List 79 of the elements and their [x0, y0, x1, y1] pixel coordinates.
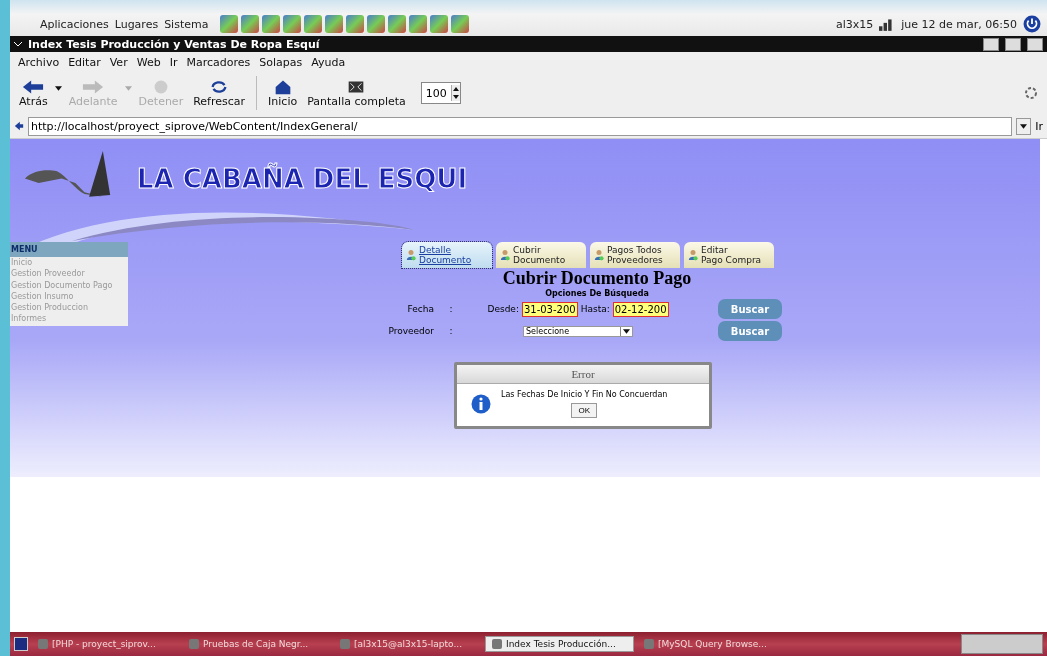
user-name: al3x15 — [835, 17, 874, 31]
tab[interactable]: Editar Pago Compra — [684, 242, 774, 268]
app-launcher-icon[interactable] — [325, 15, 344, 33]
app-launcher-icon[interactable] — [241, 15, 260, 33]
workspace-switcher[interactable] — [961, 634, 1043, 654]
caret-icon — [623, 328, 630, 334]
toolbar-button[interactable]: Atrás — [16, 78, 51, 108]
caret-icon[interactable] — [54, 85, 62, 91]
date-field[interactable]: 31-03-200 — [521, 301, 578, 317]
menu-item[interactable]: Solapas — [259, 55, 303, 69]
taskbar-button[interactable]: [al3x15@al3x15-lapto... — [334, 637, 481, 651]
page-icon — [14, 121, 24, 131]
app-launcher-icon[interactable] — [304, 15, 323, 33]
menu-item[interactable]: Ir — [169, 55, 178, 69]
taskbar-button[interactable]: [MySQL Query Browse... — [638, 637, 785, 651]
page-title: Cubrir Documento Pago — [501, 268, 693, 289]
window-title: Index Tesis Producción y Ventas De Ropa Esquí — [28, 37, 320, 51]
date-field[interactable]: 02-12-200 — [612, 301, 669, 317]
power-icon[interactable] — [1023, 15, 1041, 33]
show-desktop-icon[interactable] — [14, 637, 28, 651]
caret-icon — [1020, 123, 1028, 129]
app-launcher-icon[interactable] — [220, 15, 239, 33]
field-label: Hasta: — [580, 304, 610, 314]
ok-button[interactable]: OK — [571, 403, 597, 418]
field-label: Fecha — [406, 304, 434, 314]
menu-item[interactable]: Web — [136, 55, 161, 69]
menu-item[interactable]: Marcadores — [186, 55, 251, 69]
minimize-button[interactable] — [983, 37, 999, 51]
field-label: Proveedor — [387, 326, 434, 336]
site-logo: LA CABAÑA DEL ESQUI — [137, 163, 468, 194]
colon: : — [448, 326, 454, 336]
app-launcher-icon[interactable] — [262, 15, 281, 33]
back-arrow-icon — [22, 78, 45, 95]
field-label: Desde: — [487, 304, 519, 314]
app-launcher-icon[interactable] — [409, 15, 428, 33]
dialog-title: Error — [457, 365, 709, 384]
error-message: Las Fechas De Inicio Y Fin No Concuerdan — [501, 390, 668, 399]
user-icon — [688, 249, 698, 261]
forward-arrow-icon — [82, 78, 105, 95]
menu-item[interactable]: Ver — [109, 55, 128, 69]
address-field[interactable]: http://localhost/proyect_siprove/WebContent/IndexGeneral/ — [28, 116, 1013, 136]
close-button[interactable] — [1027, 37, 1043, 51]
info-icon — [471, 394, 491, 414]
user-icon — [406, 249, 416, 261]
menu-heading: MENU — [10, 242, 128, 257]
colon: : — [448, 304, 454, 314]
menu-item[interactable]: Archivo — [18, 55, 60, 69]
app-launcher-icon[interactable] — [367, 15, 386, 33]
activity-icon — [1025, 87, 1037, 99]
tab[interactable]: Detalle Documento — [402, 242, 492, 268]
panel-menu[interactable]: Sistema — [164, 17, 209, 31]
taskbar-button[interactable]: [PHP - proyect_siprov... — [32, 637, 179, 651]
app-launcher-icon[interactable] — [346, 15, 365, 33]
app-launcher-icon[interactable] — [451, 15, 470, 33]
app-launcher-icon[interactable] — [388, 15, 407, 33]
taskbar-button[interactable]: Pruebas de Caja Negr... — [183, 637, 330, 651]
app-launcher-icon[interactable] — [283, 15, 302, 33]
toolbar-button[interactable]: Pantalla completa — [304, 78, 409, 108]
taskbar-button[interactable]: Index Tesis Producción... — [485, 636, 634, 652]
user-icon — [500, 249, 510, 261]
zoom-field[interactable]: 100 — [420, 82, 461, 104]
tab[interactable]: Pagos Todos Proveedores — [590, 242, 680, 268]
panel-menu[interactable]: Aplicaciones — [40, 17, 109, 31]
app-launcher-icon[interactable] — [430, 15, 449, 33]
window-menu-icon[interactable] — [14, 41, 22, 47]
user-icon — [594, 249, 604, 261]
tab[interactable]: Cubrir Documento — [496, 242, 586, 268]
panel-menu[interactable]: Lugares — [114, 17, 159, 31]
menu-item[interactable]: Editar — [68, 55, 101, 69]
dropdown-button[interactable] — [1016, 117, 1032, 135]
menu-item[interactable]: Ayuda — [311, 55, 346, 69]
toolbar-button[interactable]: Inicio — [265, 78, 301, 108]
go-button[interactable]: Ir — [1035, 119, 1043, 133]
section-subtitle: Opciones De Búsqueda — [544, 289, 650, 298]
provider-dropdown[interactable]: Seleccione — [523, 325, 633, 337]
maximize-button[interactable] — [1005, 37, 1021, 51]
clock[interactable]: jue 12 de mar, 06:50 — [901, 17, 1017, 31]
toolbar-button[interactable]: Refrescar — [190, 78, 249, 108]
spinner-arrows-icon[interactable] — [450, 85, 460, 101]
